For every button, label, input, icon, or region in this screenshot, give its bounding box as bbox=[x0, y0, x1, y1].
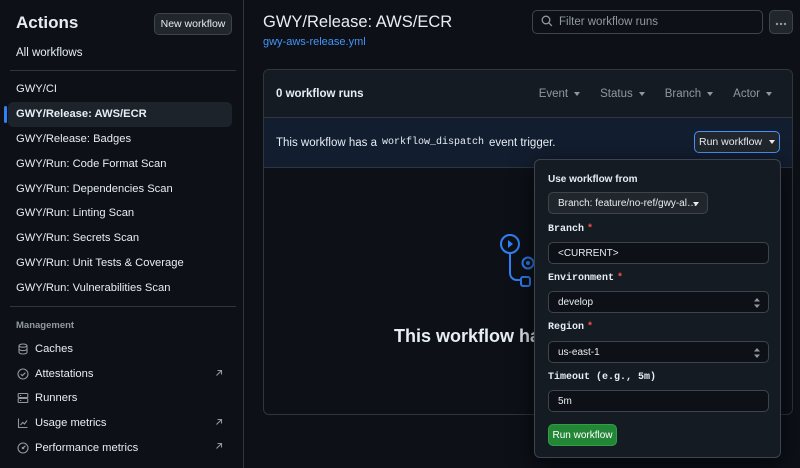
timeout-input[interactable] bbox=[548, 390, 769, 412]
management-item-label: Performance metrics bbox=[35, 441, 139, 454]
workflow-list: GWY/CI GWY/Release: AWS/ECR GWY/Release:… bbox=[4, 77, 232, 300]
branch-input[interactable] bbox=[548, 242, 769, 264]
empty-state-title: This workflow has no runs yet. bbox=[394, 326, 536, 346]
management-list: Caches Attestations Runners Usage metric… bbox=[8, 337, 232, 460]
branch-selector-button[interactable]: Branch: feature/no-ref/gwy-al… bbox=[548, 192, 708, 214]
dispatch-code: workflow_dispatch bbox=[381, 137, 485, 148]
required-marker: * bbox=[617, 273, 624, 284]
workflow-item[interactable]: GWY/Run: Dependencies Scan bbox=[8, 176, 232, 201]
workflow-item[interactable]: GWY/CI bbox=[8, 77, 232, 102]
run-workflow-label: Run workflow bbox=[698, 136, 763, 148]
arrow-up-right-icon bbox=[214, 417, 224, 427]
management-item-attestations[interactable]: Attestations bbox=[8, 362, 232, 387]
caret-down-icon bbox=[769, 140, 776, 144]
filter-branch[interactable]: Branch bbox=[664, 88, 714, 100]
runs-header: 0 workflow runs Event Status Branch Acto… bbox=[264, 70, 792, 118]
arrow-up-right-icon bbox=[214, 368, 224, 378]
workflow-item[interactable]: GWY/Run: Unit Tests & Coverage bbox=[8, 251, 232, 276]
runs-count: 0 workflow runs bbox=[276, 87, 364, 100]
select-arrows-icon bbox=[753, 297, 761, 309]
filter-label: Event bbox=[538, 88, 569, 100]
workflow-item[interactable]: GWY/Run: Secrets Scan bbox=[8, 226, 232, 251]
dispatch-text-suffix: event trigger. bbox=[489, 136, 556, 149]
caret-down-icon bbox=[707, 92, 714, 96]
management-item-label: Usage metrics bbox=[35, 417, 107, 430]
graph-icon bbox=[16, 417, 29, 430]
run-workflow-button[interactable]: Run workflow bbox=[694, 131, 780, 153]
management-item-label: Caches bbox=[35, 343, 73, 356]
use-workflow-from-label: Use workflow from bbox=[548, 174, 638, 185]
sidebar-divider bbox=[10, 70, 236, 71]
management-item-usage-metrics[interactable]: Usage metrics bbox=[8, 411, 232, 436]
select-arrows-icon bbox=[753, 347, 761, 359]
management-heading: Management bbox=[16, 320, 75, 331]
management-item-label: Runners bbox=[35, 392, 78, 405]
required-marker: * bbox=[587, 322, 594, 333]
caret-down-icon bbox=[766, 92, 772, 96]
timeout-field-label: Timeout (e.g., 5m) bbox=[548, 372, 657, 383]
runs-filters: Event Status Branch Actor bbox=[519, 70, 772, 118]
branch-selector-label: Branch: feature/no-ref/gwy-al… bbox=[558, 197, 697, 209]
more-options-button[interactable] bbox=[769, 10, 793, 34]
check-circle-icon bbox=[16, 367, 29, 380]
workflow-item[interactable]: GWY/Release: Badges bbox=[8, 127, 232, 152]
search-icon bbox=[541, 15, 553, 30]
branch-field-label: Branch * bbox=[548, 224, 593, 235]
select-value: develop bbox=[558, 296, 594, 308]
management-item-runners[interactable]: Runners bbox=[8, 386, 232, 411]
filter-label: Status bbox=[600, 88, 633, 100]
workflow-item[interactable]: GWY/Run: Vulnerabilities Scan bbox=[8, 275, 232, 300]
workflow-item-active[interactable]: GWY/Release: AWS/ECR bbox=[4, 101, 232, 127]
management-item-performance-metrics[interactable]: Performance metrics bbox=[8, 435, 232, 460]
sidebar-title: Actions bbox=[16, 13, 79, 32]
select-value: us-east-1 bbox=[558, 346, 600, 358]
label-text: Environment bbox=[548, 273, 615, 284]
database-icon bbox=[16, 343, 29, 356]
workflow-item[interactable]: GWY/Run: Linting Scan bbox=[8, 201, 232, 226]
run-workflow-panel: Use workflow from Branch: feature/no-ref… bbox=[534, 159, 781, 458]
server-icon bbox=[16, 392, 29, 405]
filter-status[interactable]: Status bbox=[600, 88, 645, 100]
filter-actor[interactable]: Actor bbox=[733, 88, 772, 100]
management-item-label: Attestations bbox=[35, 367, 94, 380]
label-text: Branch bbox=[548, 224, 585, 235]
workflow-file-link[interactable]: gwy-aws-release.yml bbox=[263, 36, 366, 48]
region-field-label: Region * bbox=[548, 322, 593, 333]
label-text: Region bbox=[548, 322, 585, 333]
meter-icon bbox=[16, 441, 29, 454]
all-workflows-link[interactable]: All workflows bbox=[16, 47, 82, 59]
kebab-horizontal-icon bbox=[775, 15, 787, 29]
page-title: GWY/Release: AWS/ECR bbox=[263, 13, 453, 31]
filter-label: Actor bbox=[733, 88, 760, 100]
region-select[interactable]: us-east-1 bbox=[548, 341, 769, 363]
caret-down-icon bbox=[638, 92, 645, 96]
management-item-caches[interactable]: Caches bbox=[8, 337, 232, 362]
filter-event[interactable]: Event bbox=[538, 88, 581, 100]
environment-select[interactable]: develop bbox=[548, 291, 769, 313]
environment-field-label: Environment * bbox=[548, 273, 623, 284]
caret-down-icon bbox=[693, 202, 699, 206]
new-workflow-button[interactable]: New workflow bbox=[154, 13, 232, 35]
arrow-up-right-icon bbox=[214, 441, 224, 451]
filter-label: Branch bbox=[664, 88, 702, 100]
sidebar-divider bbox=[10, 306, 236, 307]
sidebar: Actions New workflow All workflows GWY/C… bbox=[0, 0, 244, 468]
workflow-item[interactable]: GWY/Run: Code Format Scan bbox=[8, 151, 232, 176]
caret-down-icon bbox=[574, 92, 581, 96]
search-box[interactable] bbox=[532, 10, 763, 34]
required-marker: * bbox=[587, 224, 594, 235]
run-workflow-submit-button[interactable]: Run workflow bbox=[548, 424, 617, 446]
search-input[interactable] bbox=[559, 16, 749, 28]
dispatch-text-prefix: This workflow has a bbox=[276, 136, 377, 149]
